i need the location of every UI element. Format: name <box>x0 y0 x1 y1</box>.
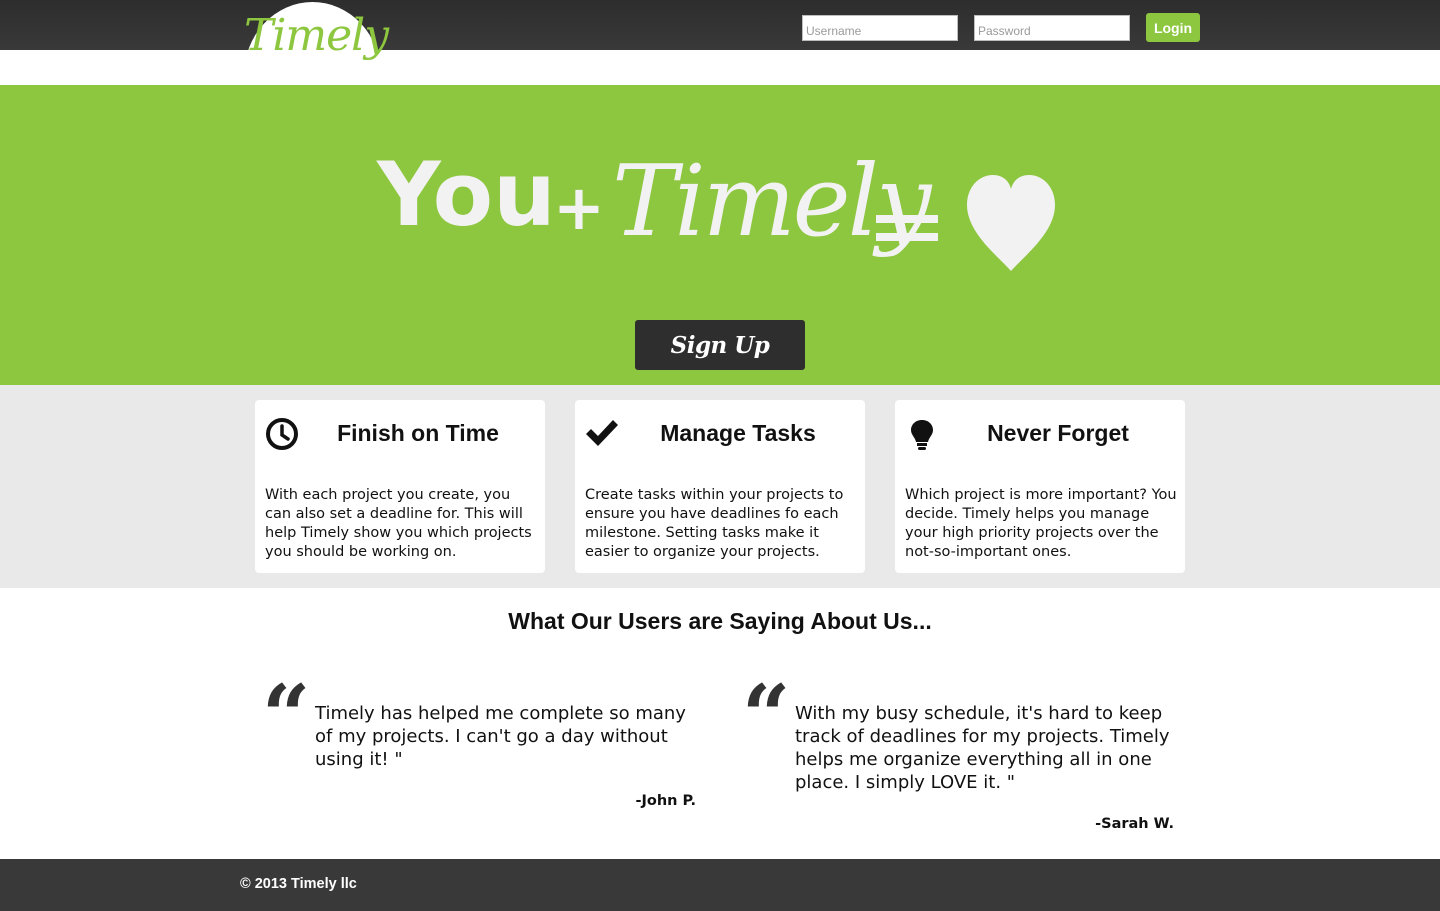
username-input[interactable] <box>802 15 958 41</box>
hero-banner: You + Timely Sign Up <box>0 85 1440 385</box>
logo[interactable]: Timely <box>244 2 389 84</box>
signup-button[interactable]: Sign Up <box>635 320 805 370</box>
equals-icon <box>876 215 938 241</box>
top-navbar: Login <box>0 0 1440 50</box>
feature-description: Create tasks within your projects to ens… <box>585 487 844 560</box>
feature-title: Never Forget <box>987 420 1129 446</box>
hero-you-text: You <box>377 143 556 246</box>
feature-title: Finish on Time <box>337 420 499 446</box>
copyright-text: © 2013 Timely llc <box>240 876 357 892</box>
password-input[interactable] <box>974 15 1130 41</box>
hero-plus-sign: + <box>553 171 605 244</box>
testimonial: “ With my busy schedule, it's hard to ke… <box>742 674 1182 840</box>
feature-title: Manage Tasks <box>660 420 816 446</box>
testimonial-author: -John P. <box>635 793 696 809</box>
features-section: Finish on Time With each project you cre… <box>0 385 1440 588</box>
feature-card: Finish on Time With each project you cre… <box>255 400 545 573</box>
footer: © 2013 Timely llc <box>0 859 1440 911</box>
testimonial-text: With my busy schedule, it's hard to keep… <box>795 703 1170 793</box>
login-button[interactable]: Login <box>1146 13 1200 42</box>
testimonials-heading: What Our Users are Saying About Us... <box>508 608 932 634</box>
quote-icon: “ <box>742 666 791 765</box>
logo-text: Timely <box>244 10 389 61</box>
testimonial: “ Timely has helped me complete so many … <box>262 674 702 840</box>
feature-description: With each project you create, you can al… <box>265 487 532 560</box>
testimonial-author: -Sarah W. <box>1095 816 1174 832</box>
testimonial-text: Timely has helped me complete so many of… <box>315 703 686 770</box>
feature-card: Never Forget Which project is more impor… <box>895 400 1185 573</box>
feature-card: Manage Tasks Create tasks within your pr… <box>575 400 865 573</box>
heart-icon <box>967 175 1055 271</box>
feature-description: Which project is more important? You dec… <box>905 487 1177 560</box>
quote-icon: “ <box>262 666 311 765</box>
